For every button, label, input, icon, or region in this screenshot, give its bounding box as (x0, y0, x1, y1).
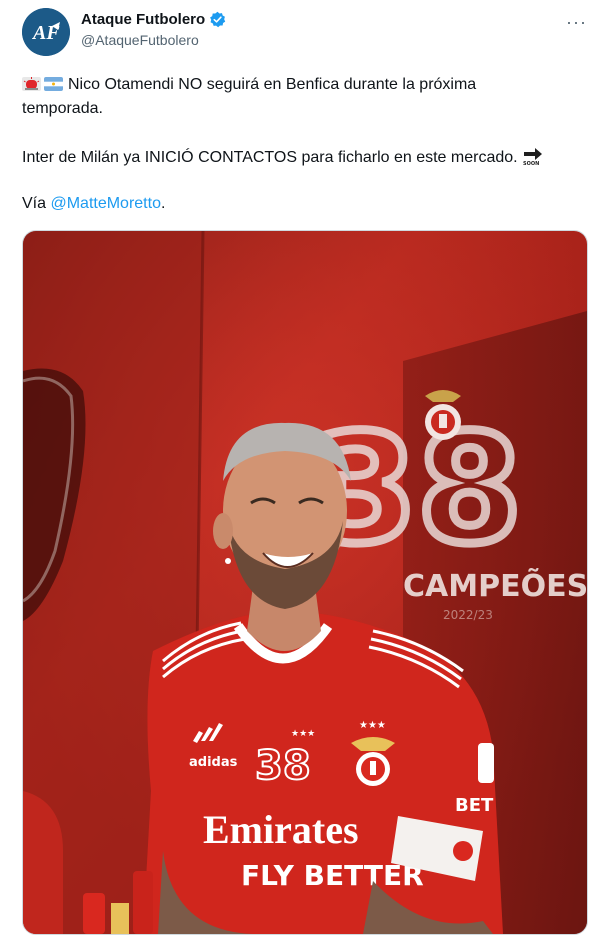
tweet-line-3-text: Inter de Milán ya INICIÓ CONTACTOS para … (22, 149, 518, 166)
more-options-button[interactable]: ··· (566, 12, 587, 33)
sponsor-line-1: Emirates (203, 807, 359, 852)
backdrop-crest-icon (425, 390, 461, 440)
tweet-text-line-1: Nico Otamendi NO seguirá en Benfica dura… (22, 74, 476, 95)
tweet-via-line: Vía @MatteMoretto. (22, 193, 165, 214)
tweet-line-2-text: temporada. (22, 100, 103, 117)
argentina-flag-icon (44, 77, 63, 91)
sleeve-text: BET (455, 795, 494, 816)
mention-link[interactable]: @MatteMoretto (50, 195, 161, 212)
via-suffix: . (160, 195, 166, 212)
kit-brand-text: adidas (189, 755, 238, 770)
account-name[interactable]: Ataque Futbolero (81, 11, 205, 28)
tweet-line-1-text: Nico Otamendi NO seguirá en Benfica dura… (68, 76, 477, 93)
verified-badge-icon (210, 11, 226, 28)
siren-emoji-icon (22, 77, 41, 91)
jersey-number: 38 (255, 743, 311, 789)
player-photo: 38 CAMPEÕES 2022/23 adidas 38 ★★★ ★★★ Em… (23, 231, 587, 934)
flag-emojis (22, 77, 63, 91)
svg-text:SOON: SOON (523, 161, 539, 166)
tweet-text-line-3: Inter de Milán ya INICIÓ CONTACTOS para … (22, 146, 544, 168)
svg-text:★★★: ★★★ (359, 720, 386, 731)
backdrop-text: CAMPEÕES (403, 567, 587, 604)
soon-arrow-icon: SOON (523, 148, 542, 166)
via-prefix: Vía (22, 195, 51, 212)
avatar-logo-icon: AF (22, 8, 70, 56)
tweet-media-photo[interactable]: 38 CAMPEÕES 2022/23 adidas 38 ★★★ ★★★ Em… (22, 230, 588, 935)
backdrop-year: 2022/23 (443, 608, 493, 622)
svg-text:★★★: ★★★ (291, 729, 315, 739)
account-handle[interactable]: @AtaqueFutbolero (81, 32, 199, 48)
account-avatar[interactable]: AF (22, 8, 70, 56)
